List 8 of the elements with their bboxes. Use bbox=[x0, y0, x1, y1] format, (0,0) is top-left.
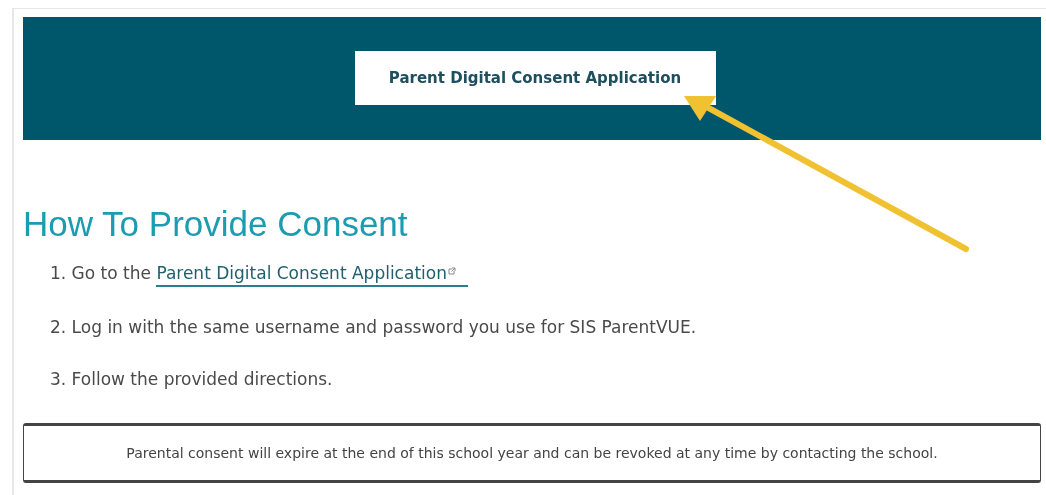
external-link-icon bbox=[447, 267, 456, 275]
application-button[interactable]: Parent Digital Consent Application bbox=[354, 51, 716, 105]
step-text: 3. Follow the provided directions. bbox=[50, 368, 334, 391]
notice-box: Parental consent will expire at the end of this school year and can be revoked at any time by contacting the school. bbox=[23, 423, 1041, 483]
step-text: 1. Go to the Parent Digital Consent Application bbox=[50, 261, 1041, 287]
step-text: 2. Log in with the same username and password you use for SIS ParentVUE. bbox=[50, 316, 698, 339]
page-heading: How To Provide Consent bbox=[23, 206, 409, 241]
application-link[interactable]: Parent Digital Consent Application bbox=[156, 261, 468, 287]
